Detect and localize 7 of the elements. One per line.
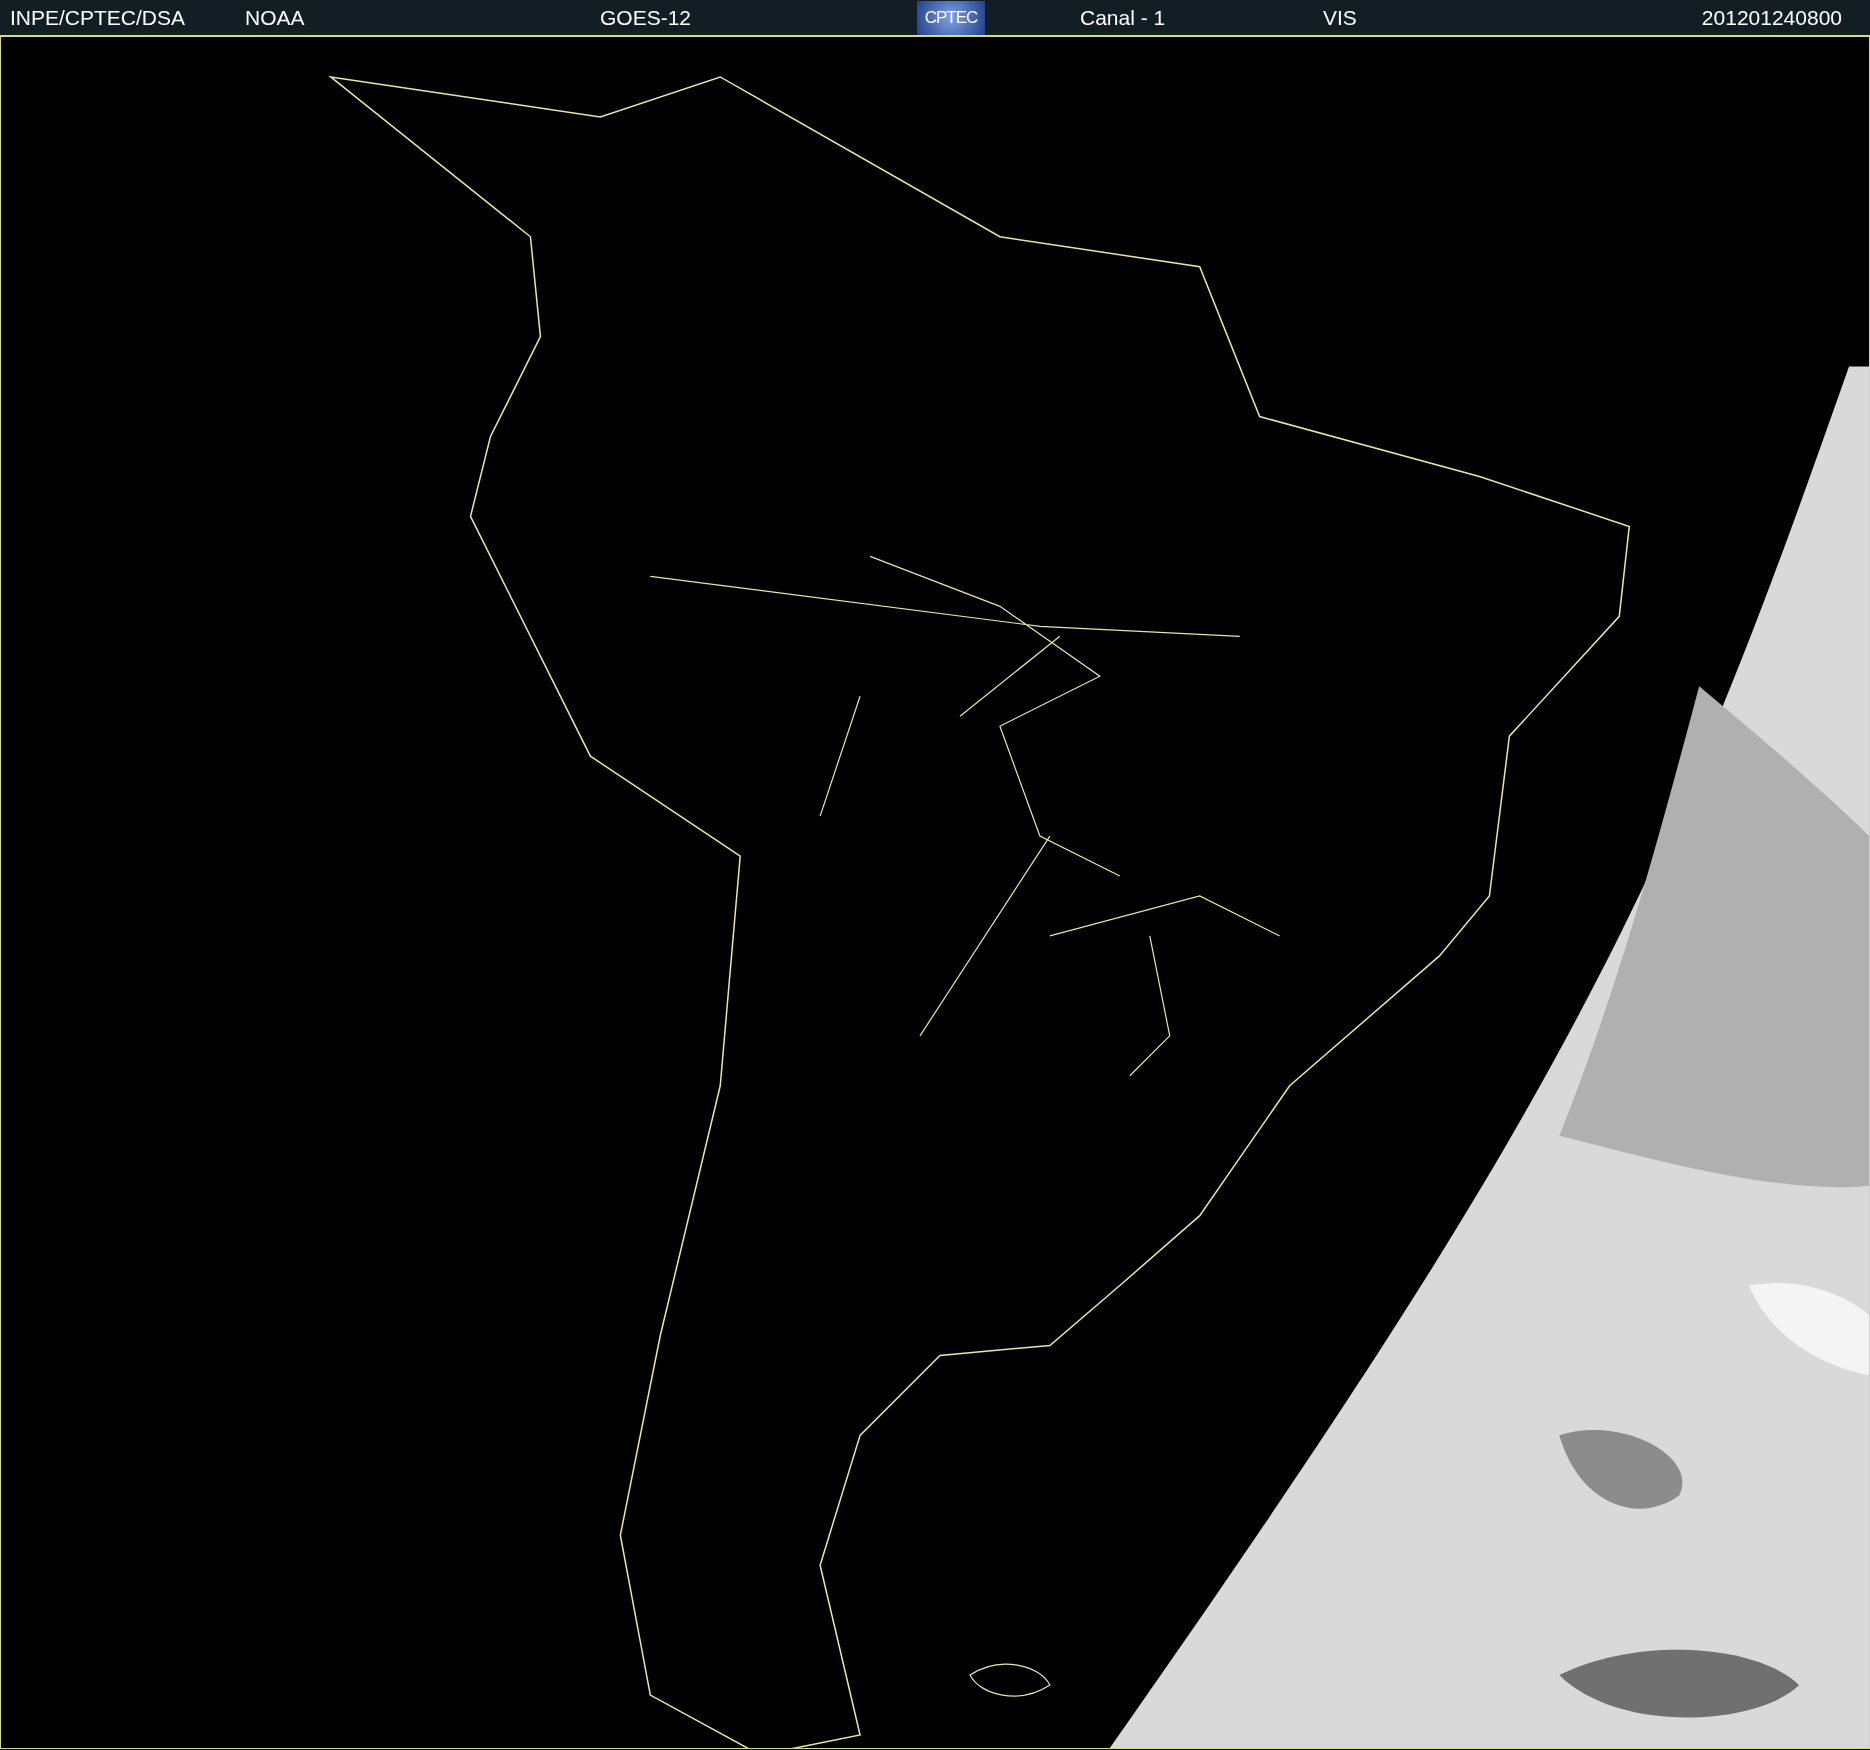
header-label: NOAA — [245, 5, 306, 30]
header-label: 201201240800 — [1701, 5, 1843, 30]
header-label: VIS — [1323, 5, 1358, 30]
header-label: Canal - 1 — [1080, 5, 1167, 30]
header-label: GOES-12 — [600, 5, 693, 30]
header-label: INPE/CPTEC/DSA — [10, 5, 187, 30]
cptec-logo: CPTEC — [917, 0, 985, 35]
